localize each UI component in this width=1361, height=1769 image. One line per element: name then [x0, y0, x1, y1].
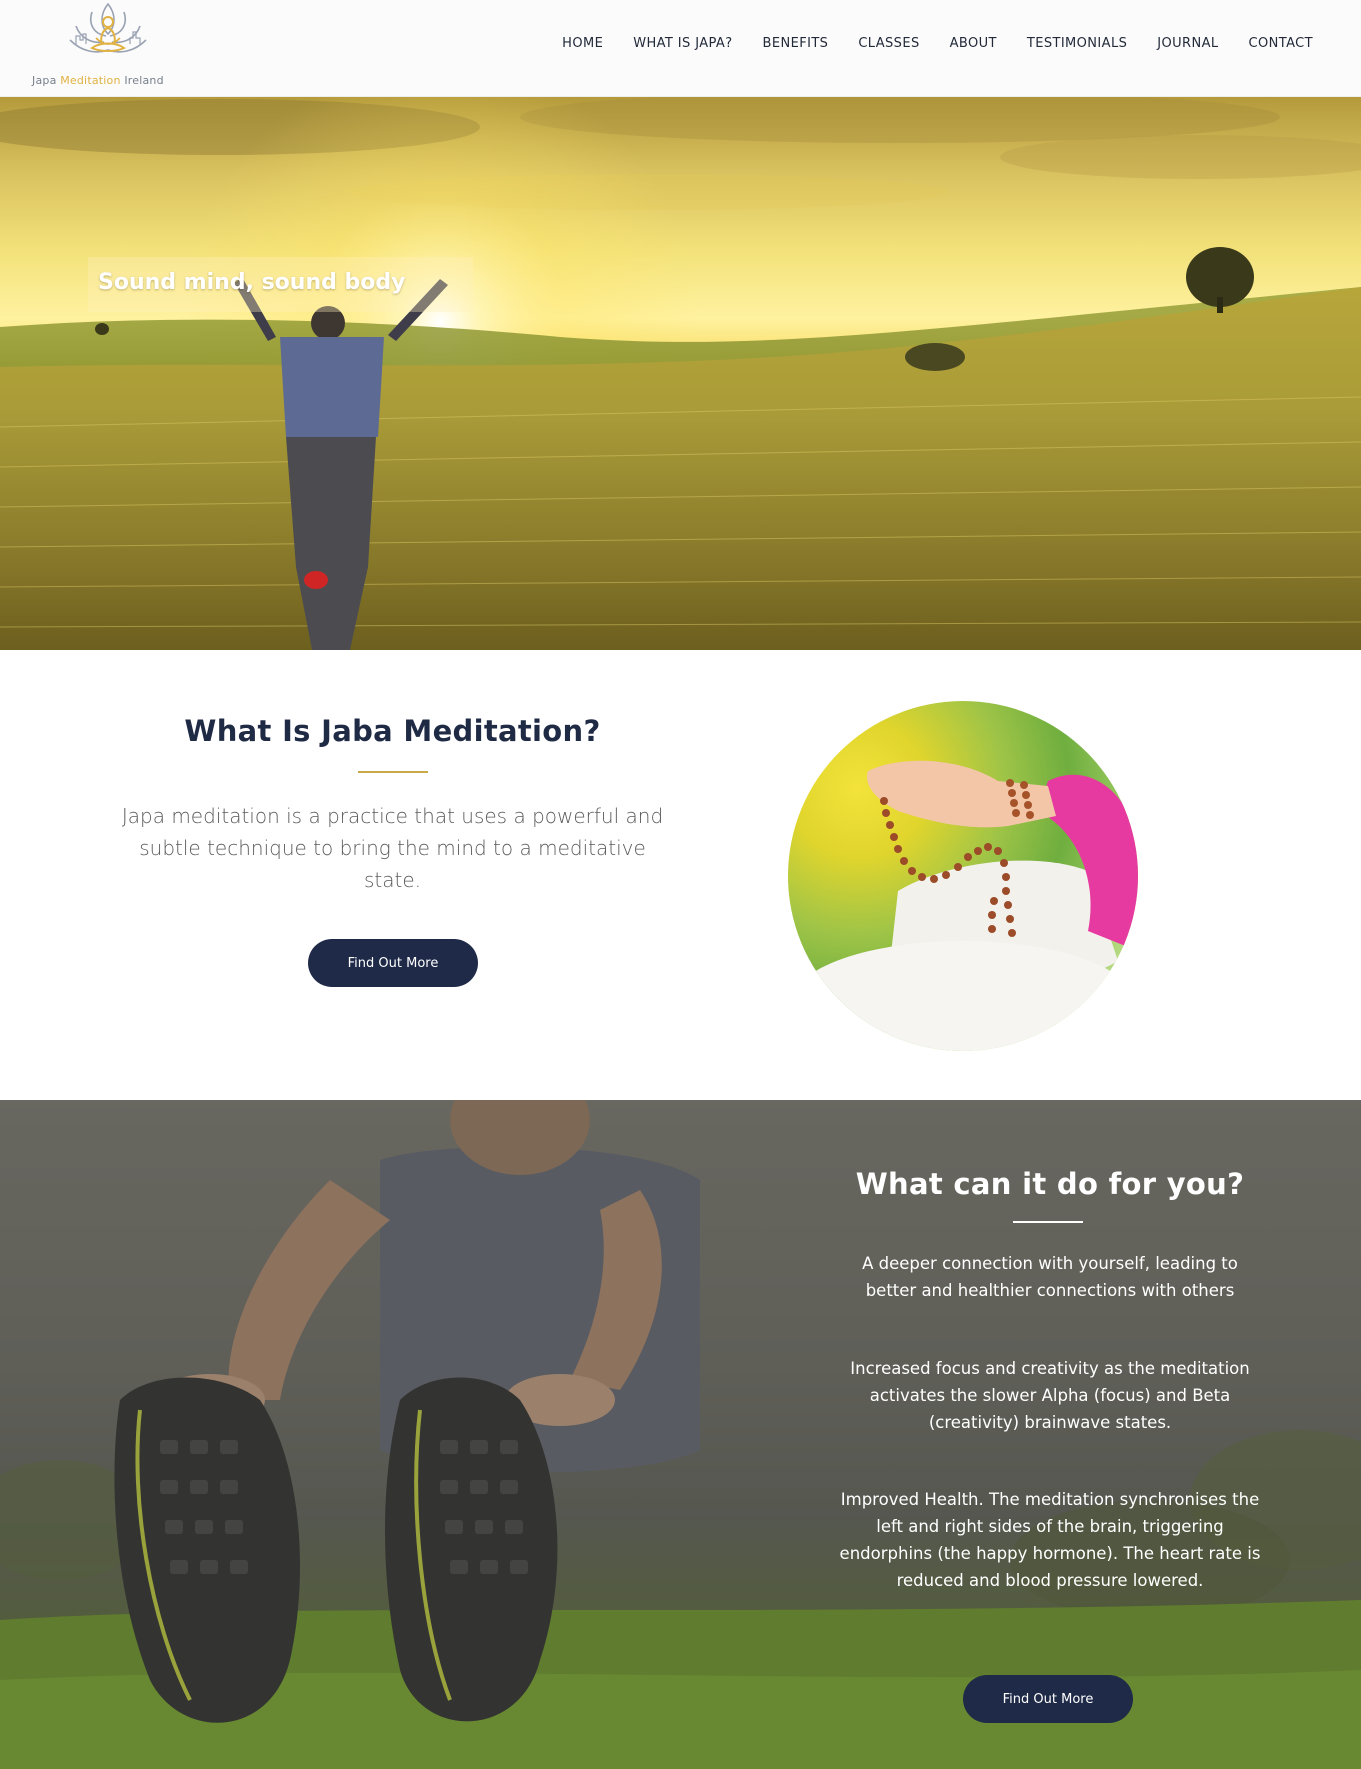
nav-benefits[interactable]: BENEFITS: [763, 36, 829, 51]
hero-field-image: [0, 97, 1361, 650]
nav-about[interactable]: ABOUT: [950, 36, 997, 51]
nav-classes[interactable]: CLASSES: [858, 36, 919, 51]
hero-tagline: Sound mind, sound body: [98, 270, 406, 295]
logo-wordmark: Japa Meditation Ireland: [32, 74, 164, 87]
nav-testimonials[interactable]: TESTIMONIALS: [1027, 36, 1127, 51]
benefit-improved-health: Improved Health. The meditation synchron…: [839, 1490, 1261, 1590]
benefit-connection: A deeper connection with yourself, leadi…: [862, 1254, 1238, 1300]
benefits-divider: [1013, 1221, 1083, 1223]
site-logo[interactable]: Japa Meditation Ireland: [28, 0, 192, 92]
lotus-meditation-logo-icon: [69, 2, 147, 53]
find-out-more-button[interactable]: Find Out More: [308, 939, 478, 987]
logo-word-meditation: Meditation: [60, 74, 121, 87]
logo-word-japa: Japa: [32, 74, 57, 87]
benefits-find-out-more-button[interactable]: Find Out More: [963, 1675, 1133, 1723]
what-is-title: What Is Jaba Meditation?: [184, 714, 601, 748]
nav-contact[interactable]: CONTACT: [1249, 36, 1313, 51]
benefits-section: What can it do for you? A deeper connect…: [0, 1100, 1361, 1769]
nav-home[interactable]: HOME: [562, 36, 603, 51]
nav-journal[interactable]: JOURNAL: [1157, 36, 1218, 51]
hero-tagline-box: Sound mind, sound body: [88, 257, 473, 312]
what-is-description: Japa meditation is a practice that uses …: [121, 804, 664, 892]
benefit-focus-creativity: Increased focus and creativity as the me…: [850, 1359, 1250, 1432]
main-nav: HOME WHAT IS JAPA? BENEFITS CLASSES ABOU…: [562, 36, 1313, 51]
benefits-title: What can it do for you?: [855, 1167, 1245, 1201]
title-divider: [358, 771, 428, 773]
japa-beads-photo: [788, 701, 1138, 1051]
what-is-section: What Is Jaba Meditation? Japa meditation…: [0, 650, 1361, 1100]
japa-beads-image: [793, 760, 1138, 1051]
site-header: Japa Meditation Ireland HOME WHAT IS JAP…: [0, 0, 1361, 97]
hero-banner: Sound mind, sound body: [0, 97, 1361, 650]
nav-what-is-japa[interactable]: WHAT IS JAPA?: [633, 36, 732, 51]
logo-word-ireland: Ireland: [124, 74, 164, 87]
